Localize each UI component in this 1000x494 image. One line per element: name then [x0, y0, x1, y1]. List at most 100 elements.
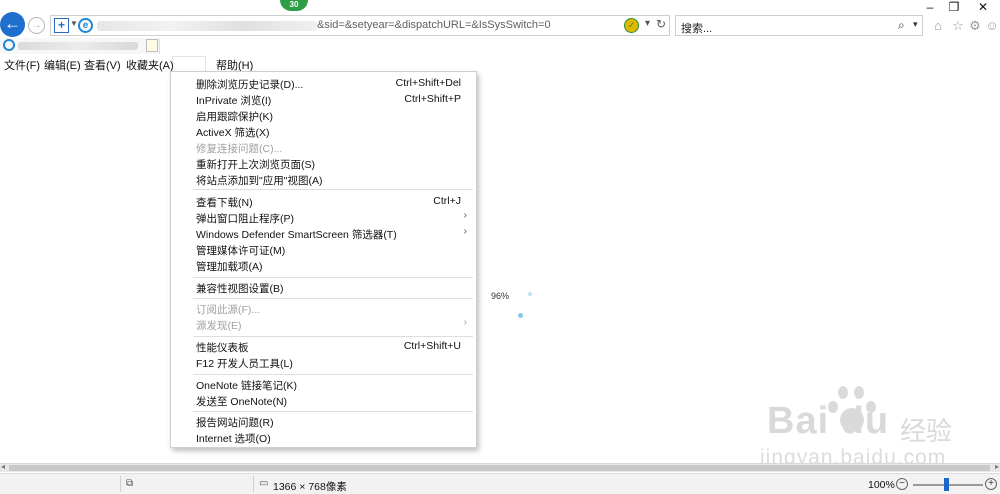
menu-edit[interactable]: 编辑(E): [44, 57, 81, 73]
menu-item-label: 弹出窗口阻止程序(P): [196, 213, 294, 225]
status-divider: [120, 476, 121, 492]
compatibility-icon[interactable]: ✓: [624, 18, 639, 33]
menu-item-shortcut: Ctrl+Shift+P: [404, 93, 461, 105]
menu-separator: [193, 411, 473, 412]
chevron-down-icon[interactable]: ▼: [70, 19, 78, 28]
refresh-icon[interactable]: ↻: [656, 17, 666, 31]
menu-item-onenote-linked[interactable]: OneNote 链接笔记(K): [171, 376, 476, 392]
menu-item-label: 删除浏览历史记录(D)...: [196, 79, 304, 91]
scroll-right-icon[interactable]: ▸: [995, 462, 999, 471]
menu-item-inprivate[interactable]: InPrivate 浏览(I) Ctrl+Shift+P: [171, 91, 476, 107]
menu-item-label: OneNote 链接笔记(K): [196, 380, 297, 392]
address-dropdown-icon[interactable]: ▾: [645, 18, 650, 29]
zoom-slider-handle[interactable]: [944, 478, 949, 491]
tools-dropdown-menu: 删除浏览历史记录(D)... Ctrl+Shift+Del InPrivate …: [170, 71, 477, 448]
submenu-arrow-icon: ›: [463, 210, 467, 221]
menu-separator: [193, 189, 473, 190]
loading-dot: [518, 313, 523, 318]
menu-item-add-to-apps[interactable]: 将站点添加到"应用"视图(A): [171, 171, 476, 187]
menu-item-manage-addons[interactable]: 管理加载项(A): [171, 257, 476, 273]
menu-item-f12-devtools[interactable]: F12 开发人员工具(L): [171, 354, 476, 370]
menu-item-popup-blocker[interactable]: 弹出窗口阻止程序(P) ›: [171, 209, 476, 225]
menu-item-delete-history[interactable]: 删除浏览历史记录(D)... Ctrl+Shift+Del: [171, 75, 476, 91]
home-icon[interactable]: ⌂: [930, 18, 946, 34]
gear-icon[interactable]: ⚙: [967, 18, 983, 34]
tab-title-blurred: [18, 42, 138, 50]
menu-item-shortcut: Ctrl+Shift+Del: [395, 77, 461, 89]
menu-item-report-problem[interactable]: 报告网站问题(R): [171, 413, 476, 429]
screen-resolution: 1366 × 768像素: [273, 481, 347, 493]
watermark-brand: 经验: [900, 416, 953, 446]
smiley-icon[interactable]: ☺: [984, 18, 1000, 34]
menu-item-reopen-session[interactable]: 重新打开上次浏览页面(S): [171, 155, 476, 171]
page-icon: ⧉: [126, 478, 134, 489]
menu-bar: 文件(F) 编辑(E) 查看(V) 收藏夹(A) 帮助(H): [0, 55, 1000, 72]
ie-tab-icon: [3, 39, 15, 51]
add-site-icon[interactable]: +: [54, 18, 69, 33]
search-icon[interactable]: ⌕: [898, 18, 905, 33]
back-arrow-icon[interactable]: ←: [0, 12, 25, 37]
status-divider: [253, 476, 254, 492]
ie-page-icon: e: [78, 18, 93, 33]
new-tab-button[interactable]: [146, 39, 158, 52]
menu-view[interactable]: 查看(V): [84, 57, 121, 73]
menu-item-label: ActiveX 筛选(X): [196, 127, 270, 139]
search-dropdown-icon[interactable]: ▾: [913, 19, 918, 30]
menu-file[interactable]: 文件(F): [4, 57, 40, 73]
menu-item-label: 订阅此源(F)...: [196, 304, 261, 316]
zoom-out-icon[interactable]: −: [896, 478, 908, 490]
menu-separator: [193, 298, 473, 299]
zoom-level[interactable]: 100%: [868, 479, 895, 491]
maximize-button[interactable]: ❐: [946, 0, 962, 14]
menu-item-shortcut: Ctrl+Shift+U: [403, 340, 461, 352]
submenu-arrow-icon: ›: [463, 317, 467, 328]
navigation-bar: ← → + ▼ e &sid=&setyear=&dispatchURL=&Is…: [0, 0, 1000, 37]
menu-separator: [193, 374, 473, 375]
menu-separator: [193, 336, 473, 337]
menu-item-label: 发送至 OneNote(N): [196, 396, 288, 408]
menu-item-smartscreen[interactable]: Windows Defender SmartScreen 筛选器(T) ›: [171, 225, 476, 241]
menu-item-compat-view[interactable]: 兼容性视图设置(B): [171, 279, 476, 295]
menu-item-internet-options[interactable]: Internet 选项(O): [171, 429, 476, 445]
menu-item-label: 管理加载项(A): [196, 261, 263, 273]
menu-item-label: 兼容性视图设置(B): [196, 283, 284, 295]
address-bar[interactable]: + ▼ e &sid=&setyear=&dispatchURL=&IsSysS…: [50, 15, 670, 36]
scrollbar-thumb[interactable]: [9, 465, 990, 471]
menu-item-shortcut: Ctrl+J: [433, 195, 461, 207]
search-input[interactable]: 搜索...: [681, 20, 712, 36]
status-bar: ⧉ ▭ 1366 × 768像素 100% − +: [0, 473, 1000, 494]
tab-current[interactable]: [0, 38, 160, 54]
forward-arrow-icon[interactable]: →: [28, 17, 45, 34]
star-icon[interactable]: ☆: [950, 18, 966, 34]
minimize-button[interactable]: –: [922, 0, 938, 14]
menu-item-label: 重新打开上次浏览页面(S): [196, 159, 315, 171]
watermark-logo: Bai du: [767, 400, 890, 442]
menu-item-activex-filter[interactable]: ActiveX 筛选(X): [171, 123, 476, 139]
menu-tools-active[interactable]: [172, 56, 206, 72]
menu-item-send-onenote[interactable]: 发送至 OneNote(N): [171, 392, 476, 408]
search-box[interactable]: 搜索... ⌕ ▾: [675, 15, 923, 36]
url-text[interactable]: &sid=&setyear=&dispatchURL=&IsSysSwitch=…: [317, 19, 551, 31]
screen-size-icon: ▭: [259, 478, 269, 489]
menu-favorites[interactable]: 收藏夹(A): [126, 57, 174, 73]
menu-item-label: 修复连接问题(C)...: [196, 143, 283, 155]
menu-item-label: 查看下载(N): [196, 197, 253, 209]
horizontal-scrollbar[interactable]: ◂ ▸: [0, 462, 1000, 472]
scroll-left-icon[interactable]: ◂: [1, 462, 5, 471]
menu-item-view-downloads[interactable]: 查看下载(N) Ctrl+J: [171, 193, 476, 209]
submenu-arrow-icon: ›: [463, 226, 467, 237]
close-button[interactable]: ✕: [975, 0, 991, 14]
menu-item-label: Internet 选项(O): [196, 433, 271, 445]
badge-counter: 30: [280, 0, 308, 11]
zoom-in-icon[interactable]: +: [985, 478, 997, 490]
menu-item-label: 报告网站问题(R): [196, 417, 274, 429]
loading-percent: 96%: [491, 291, 510, 301]
menu-item-media-licenses[interactable]: 管理媒体许可证(M): [171, 241, 476, 257]
menu-item-label: 将站点添加到"应用"视图(A): [196, 175, 323, 187]
loading-dot: [528, 292, 532, 296]
menu-item-label: 管理媒体许可证(M): [196, 245, 286, 257]
menu-item-tracking-protection[interactable]: 启用跟踪保护(K): [171, 107, 476, 123]
menu-item-label: InPrivate 浏览(I): [196, 95, 272, 107]
menu-item-feed-discovery: 源发现(E) ›: [171, 316, 476, 332]
menu-item-performance-dashboard[interactable]: 性能仪表板 Ctrl+Shift+U: [171, 338, 476, 354]
